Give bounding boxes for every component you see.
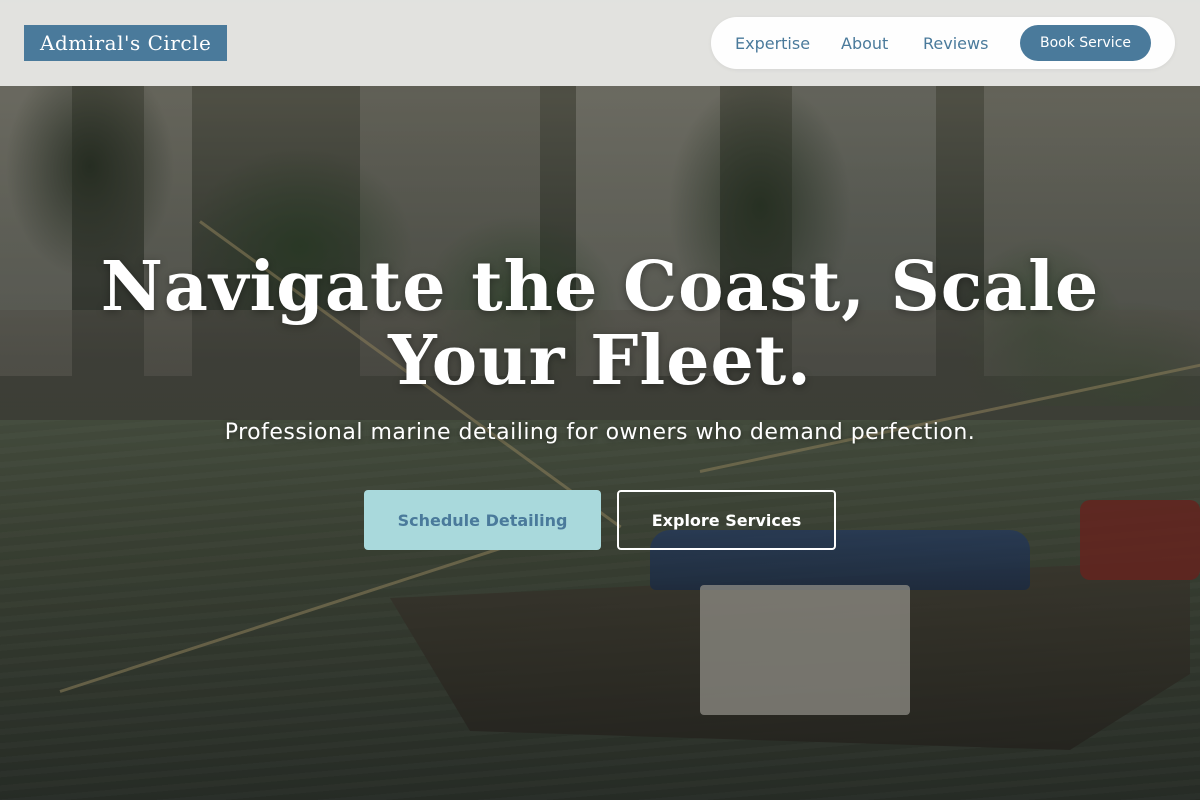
explore-services-button[interactable]: Explore Services [617, 490, 836, 550]
brand-logo[interactable]: Admiral's Circle [24, 25, 228, 61]
nav-link-expertise[interactable]: Expertise [735, 17, 810, 69]
hero-headline: Navigate the Coast, Scale Your Fleet. [0, 250, 1200, 398]
hero-headline-line-2: Your Fleet. [388, 321, 812, 401]
schedule-detailing-button[interactable]: Schedule Detailing [364, 490, 601, 550]
nav-link-about[interactable]: About [841, 17, 888, 69]
hero-headline-line-1: Navigate the Coast, Scale [100, 247, 1100, 327]
hero-subheadline: Professional marine detailing for owners… [224, 420, 976, 445]
main-nav: Expertise About Reviews Book Service [711, 17, 1175, 69]
site-header: Admiral's Circle Expertise About Reviews… [0, 0, 1200, 86]
nav-link-reviews[interactable]: Reviews [923, 17, 988, 69]
book-service-button[interactable]: Book Service [1020, 25, 1151, 61]
